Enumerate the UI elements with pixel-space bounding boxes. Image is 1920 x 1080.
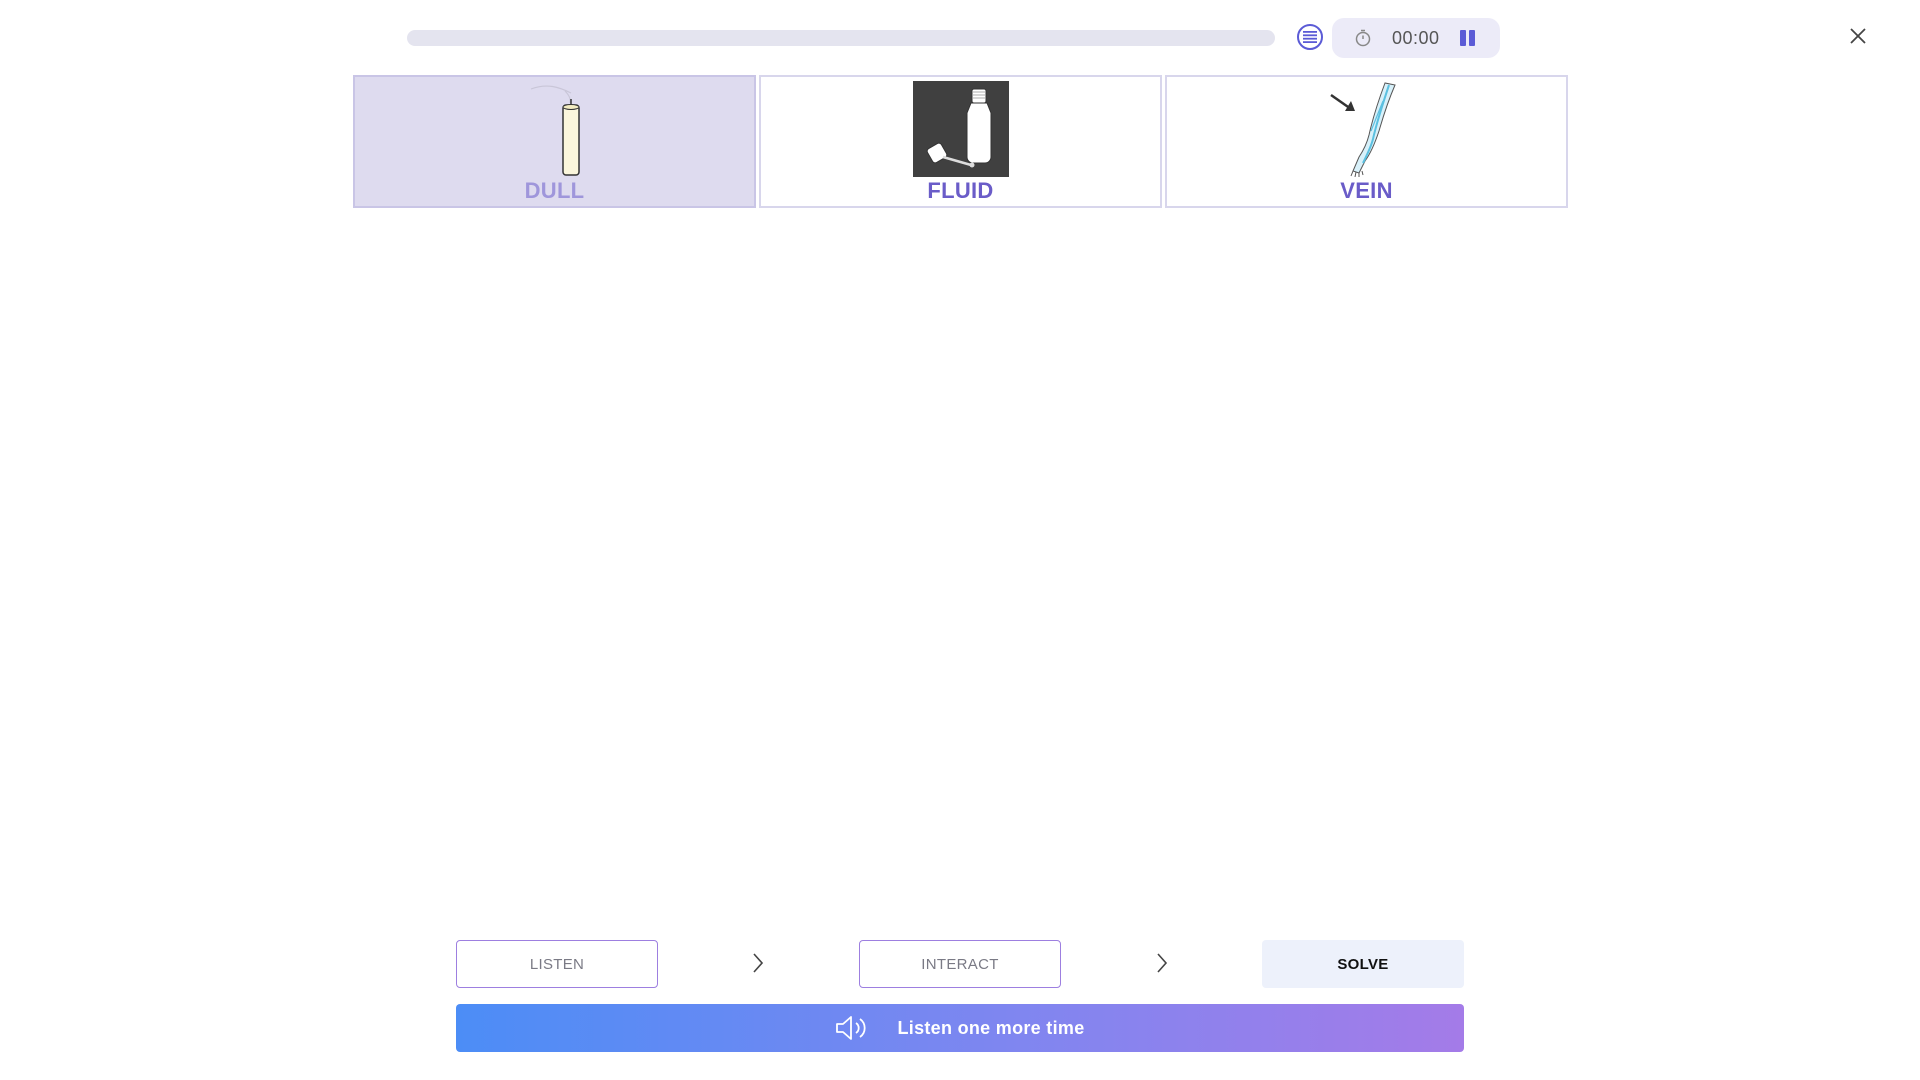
step-interact[interactable]: INTERACT [859, 940, 1061, 988]
progress-bar [407, 30, 1275, 46]
card-vein[interactable]: VEIN [1165, 75, 1568, 208]
listen-again-label: Listen one more time [897, 1017, 1085, 1038]
chevron-right-icon [753, 953, 764, 973]
chevron-right-icon [1157, 953, 1168, 973]
arm-vein-icon [1329, 82, 1396, 177]
list-icon [1303, 31, 1317, 43]
speaker-icon [836, 1016, 867, 1040]
card-label: VEIN [1340, 178, 1393, 203]
step-listen[interactable]: LISTEN [456, 940, 658, 988]
card-label: FLUID [927, 178, 994, 203]
timer-value: 00:00 [1392, 28, 1440, 48]
card-fluid[interactable]: FLUID [759, 75, 1162, 208]
candle-icon [530, 85, 580, 176]
pause-icon[interactable] [1458, 29, 1476, 47]
list-button[interactable] [1297, 24, 1323, 50]
timer: 00:00 [1332, 18, 1500, 58]
close-icon[interactable] [1846, 24, 1870, 48]
clock-icon [1355, 29, 1371, 47]
card-dull[interactable]: DULL [353, 75, 756, 208]
step-solve[interactable]: SOLVE [1262, 940, 1464, 988]
listen-again-button[interactable]: Listen one more time [456, 1004, 1464, 1052]
card-label: DULL [524, 178, 585, 203]
bottle-icon [912, 81, 1009, 177]
